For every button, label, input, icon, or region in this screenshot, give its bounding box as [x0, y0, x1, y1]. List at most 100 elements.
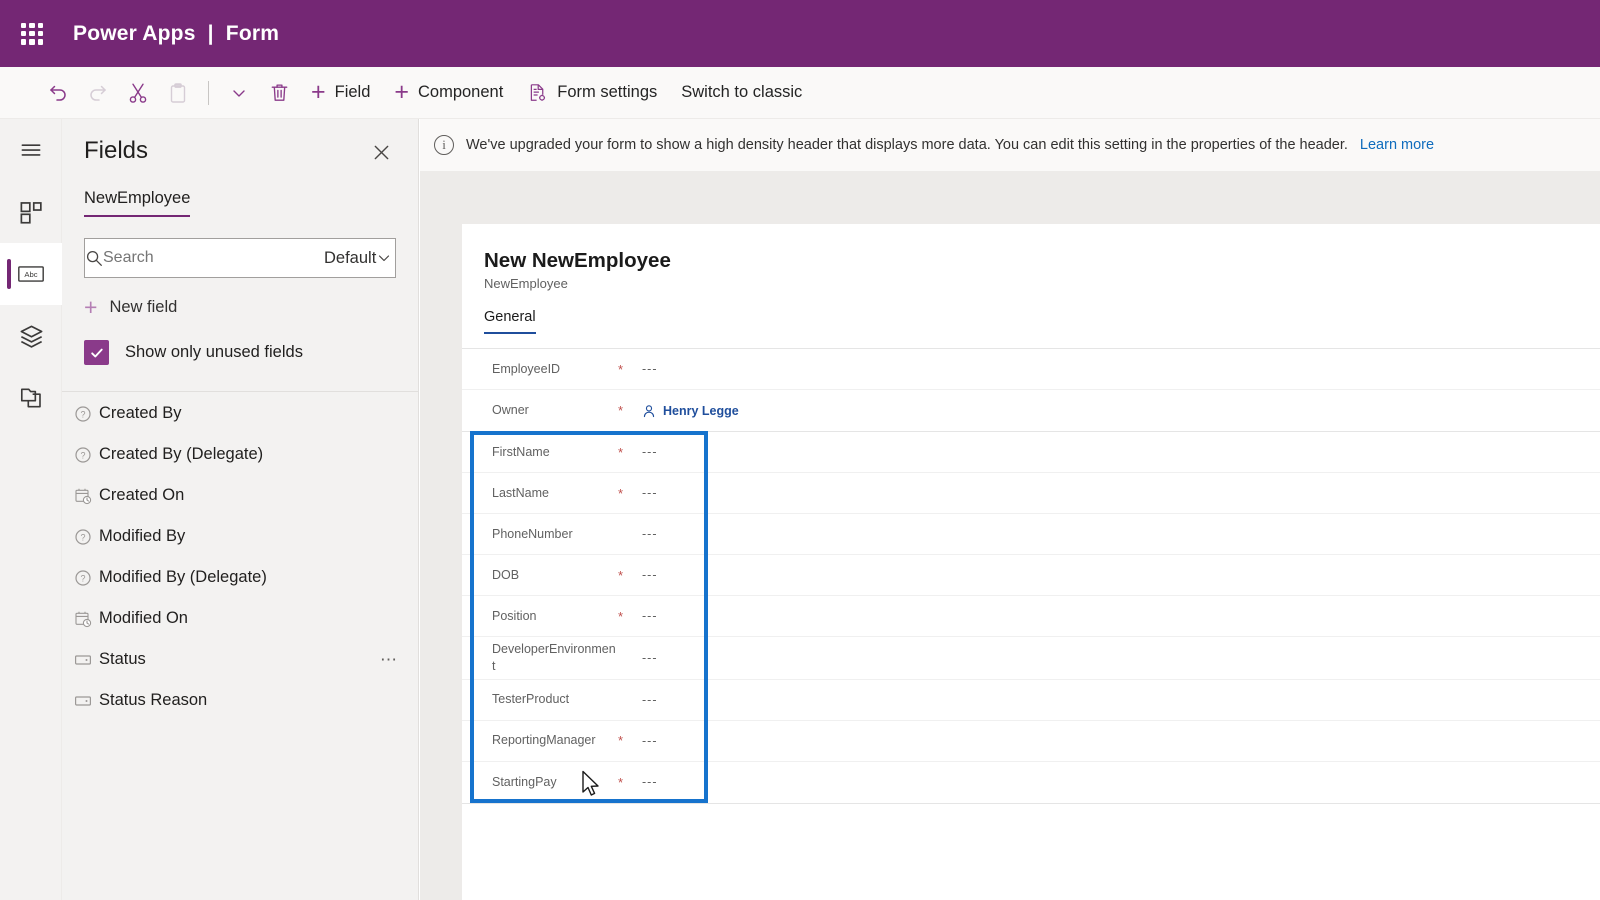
field-label: LastName [492, 485, 549, 500]
cut-icon[interactable] [118, 73, 158, 113]
list-item[interactable]: Status ⋯ [62, 639, 419, 680]
sidebar-item-layers[interactable] [0, 305, 62, 367]
svg-text:?: ? [80, 450, 85, 460]
mouse-cursor [581, 770, 603, 805]
form-record-title: New NewEmployee [484, 249, 671, 272]
svg-text:?: ? [80, 409, 85, 419]
list-item-label: Status [99, 650, 146, 668]
list-item[interactable]: ? Modified By [62, 516, 419, 557]
tab-newemployee[interactable]: NewEmployee [84, 189, 191, 217]
choice-field-icon [67, 692, 99, 710]
redo-icon [78, 73, 118, 113]
search-input[interactable] [103, 249, 310, 267]
fields-panel: Fields NewEmployee Default + New field [62, 119, 419, 900]
ellipsis-icon[interactable]: ⋯ [380, 651, 399, 668]
list-item[interactable]: ? Modified By (Delegate) [62, 557, 419, 598]
learn-more-link[interactable]: Learn more [1360, 137, 1434, 153]
app-launcher-icon[interactable] [17, 19, 47, 49]
plus-icon: + [394, 78, 409, 106]
form-tab-strip: General [484, 309, 1600, 334]
field-value: --- [642, 692, 658, 707]
field-value: Henry Legge [642, 404, 739, 418]
form-section-general-selected[interactable]: FirstName * --- LastName * --- PhoneNumb… [462, 431, 1600, 803]
field-value: --- [642, 568, 658, 582]
field-label: FirstName [492, 444, 550, 459]
datetime-field-icon [67, 487, 99, 505]
list-item-label: Modified By [99, 527, 186, 545]
list-item[interactable]: Status Reason [62, 680, 419, 721]
delete-icon[interactable] [259, 73, 299, 113]
form-preview-card: New NewEmployee NewEmployee General Empl… [462, 224, 1600, 900]
plus-icon: + [84, 294, 98, 320]
table-row[interactable]: ReportingManager * --- [462, 721, 1600, 762]
table-row[interactable]: TesterProduct --- [462, 680, 1600, 721]
form-section-footer [462, 802, 1600, 831]
info-icon: i [434, 135, 454, 155]
sidebar-item-components[interactable] [0, 181, 62, 243]
search-icon [85, 249, 103, 267]
panel-divider [62, 391, 419, 392]
required-marker: * [618, 608, 624, 624]
field-label: TesterProduct [492, 692, 570, 707]
table-row[interactable]: Position * --- [462, 596, 1600, 637]
lookup-field-icon: ? [67, 528, 99, 546]
list-item[interactable]: Modified On [62, 598, 419, 639]
table-row[interactable]: Owner * Henry Legge [462, 390, 1600, 431]
form-entity-name: NewEmployee [484, 276, 568, 291]
show-only-unused-fields-checkbox[interactable]: Show only unused fields [84, 340, 303, 365]
field-value: --- [642, 775, 658, 790]
undo-icon[interactable] [38, 73, 78, 113]
form-settings-button[interactable]: Form settings [515, 73, 669, 113]
add-component-button[interactable]: + Component [382, 73, 515, 113]
table-row[interactable]: FirstName * --- [462, 432, 1600, 473]
form-sections: EmployeeID * --- Owner * Henry Legge Fir… [462, 348, 1600, 831]
toolbar-divider [208, 80, 209, 105]
add-component-label: Component [417, 83, 504, 101]
required-marker: * [618, 403, 624, 418]
add-field-label: Field [334, 83, 371, 101]
required-marker: * [618, 444, 624, 460]
form-settings-label: Form settings [557, 83, 658, 101]
table-row[interactable]: DeveloperEnvironment --- [462, 637, 1600, 680]
table-row[interactable]: DOB * --- [462, 555, 1600, 596]
checkbox-checked-icon [84, 340, 109, 365]
close-icon[interactable] [366, 137, 396, 167]
required-marker: * [618, 361, 624, 377]
form-settings-icon [527, 82, 548, 103]
field-label: ReportingManager [492, 733, 596, 748]
field-label: Owner [492, 403, 529, 418]
switch-to-classic-button[interactable]: Switch to classic [669, 73, 814, 113]
svg-text:?: ? [80, 573, 85, 583]
field-filter-value: Default [324, 248, 377, 267]
field-label: EmployeeID [492, 361, 561, 376]
chevron-down-icon[interactable] [219, 73, 259, 113]
notification-banner: i We've upgraded your form to show a hig… [420, 119, 1600, 171]
list-item[interactable]: ? Created By (Delegate) [62, 434, 419, 475]
sidebar-item-menu[interactable] [0, 119, 62, 181]
list-item[interactable]: Created On [62, 475, 419, 516]
tab-general[interactable]: General [484, 309, 536, 334]
new-field-button[interactable]: + New field [84, 296, 177, 319]
paste-icon [158, 73, 198, 113]
lookup-field-icon: ? [67, 569, 99, 587]
list-item[interactable]: ? Created By [62, 393, 419, 434]
list-item-label: Modified On [99, 609, 188, 627]
svg-text:Abc: Abc [24, 270, 37, 279]
chevron-down-icon [376, 250, 392, 266]
table-row[interactable]: LastName * --- [462, 473, 1600, 514]
form-section-header[interactable]: EmployeeID * --- Owner * Henry Legge [462, 348, 1600, 431]
required-marker: * [618, 567, 624, 583]
add-field-button[interactable]: + Field [299, 73, 382, 113]
checkbox-label: Show only unused fields [125, 343, 303, 361]
required-marker: * [618, 774, 624, 790]
table-row[interactable]: PhoneNumber --- [462, 514, 1600, 555]
choice-field-icon [67, 651, 99, 669]
table-row[interactable]: EmployeeID * --- [462, 349, 1600, 390]
table-row[interactable]: StartingPay * --- [462, 762, 1600, 803]
field-filter-select[interactable]: Default [310, 249, 404, 268]
sidebar-item-pages[interactable] [0, 367, 62, 429]
field-label: DOB [492, 567, 520, 582]
sidebar-item-fields[interactable]: Abc [0, 243, 62, 305]
datetime-field-icon [67, 610, 99, 628]
lookup-field-icon: ? [67, 446, 99, 464]
